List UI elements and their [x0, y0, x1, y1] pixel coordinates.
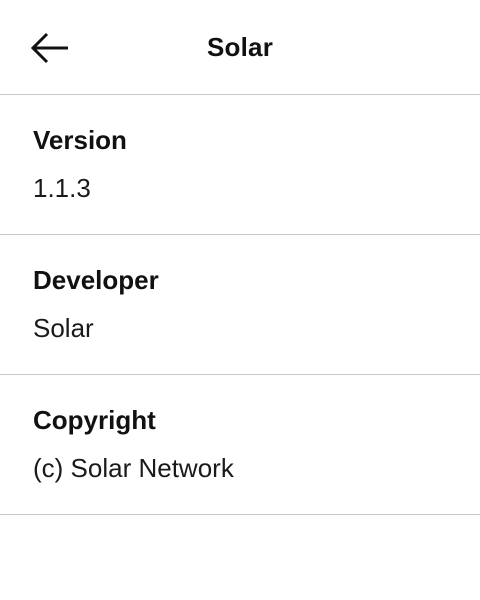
copyright-section: Copyright (c) Solar Network: [0, 375, 480, 515]
version-section: Version 1.1.3: [0, 95, 480, 235]
page-title: Solar: [206, 32, 274, 62]
version-value: 1.1.3: [33, 173, 91, 203]
copyright-value: (c) Solar Network: [33, 453, 234, 483]
developer-label: Developer: [33, 265, 159, 295]
about-screen: Solar Version 1.1.3 Developer Solar Copy…: [0, 0, 480, 600]
version-label: Version: [33, 125, 127, 155]
copyright-label: Copyright: [33, 405, 156, 435]
developer-value: Solar: [33, 313, 94, 343]
developer-section: Developer Solar: [0, 235, 480, 375]
app-bar: Solar: [0, 0, 480, 95]
